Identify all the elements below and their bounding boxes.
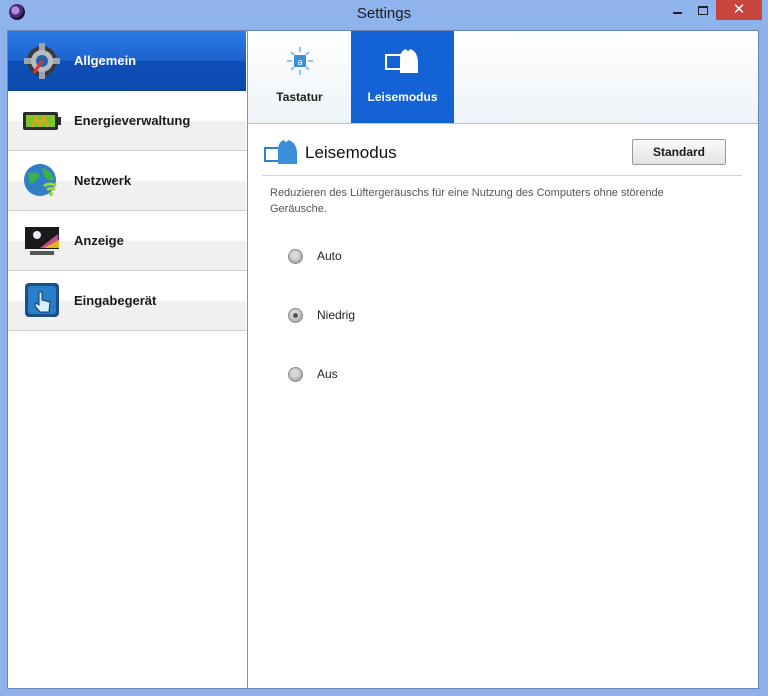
svg-text:a: a (297, 58, 303, 68)
silent-mode-icon (264, 140, 297, 164)
tab-tastatur[interactable]: a Tastatur (248, 31, 351, 123)
minimize-icon (672, 11, 682, 14)
keyboard-backlight-icon: a (287, 47, 313, 75)
gear-icon (24, 43, 60, 79)
standard-button[interactable]: Standard (632, 139, 726, 165)
radio-label: Auto (317, 249, 342, 263)
title-bar[interactable]: Settings ✕ (0, 0, 768, 27)
maximize-button[interactable] (690, 0, 716, 20)
radio-button[interactable] (288, 249, 303, 264)
sidebar-item-energieverwaltung[interactable]: Energieverwaltung (8, 91, 246, 151)
radio-button[interactable] (288, 308, 303, 323)
sidebar-item-label: Anzeige (74, 233, 124, 248)
sidebar-item-anzeige[interactable]: Anzeige (8, 211, 246, 271)
sidebar-item-label: Energieverwaltung (74, 113, 191, 128)
section-description: Reduzieren des Lüftergeräuschs für eine … (270, 187, 664, 215)
main-panel: a Tastatur Leisemodus Leisemodus Standar… (248, 31, 758, 688)
tab-leisemodus[interactable]: Leisemodus (351, 31, 454, 123)
sidebar-item-label: Allgemein (74, 53, 137, 68)
minimize-button[interactable] (664, 0, 690, 20)
settings-window: Settings ✕ Allgemein Energieverwaltung N… (0, 0, 768, 696)
tab-bar: a Tastatur Leisemodus (248, 31, 758, 124)
radio-button[interactable] (288, 367, 303, 382)
tab-label: Tastatur (276, 90, 323, 104)
section-header: Leisemodus Standard (262, 135, 742, 176)
touch-icon (25, 283, 59, 317)
sidebar-item-allgemein[interactable]: Allgemein (8, 31, 246, 91)
sidebar-item-netzwerk[interactable]: Netzwerk (8, 151, 246, 211)
sidebar: Allgemein Energieverwaltung Netzwerk Anz… (8, 31, 248, 688)
sidebar-item-eingabegeraet[interactable]: Eingabegerät (8, 271, 246, 331)
sidebar-item-label: Netzwerk (74, 173, 132, 188)
globe-wifi-icon (24, 164, 57, 196)
radio-label: Niedrig (317, 308, 356, 322)
tab-label: Leisemodus (367, 90, 438, 104)
display-icon (25, 227, 59, 255)
section-title: Leisemodus (305, 143, 397, 162)
maximize-icon (698, 6, 708, 16)
window-title: Settings (356, 5, 412, 22)
silent-mode-icon (385, 49, 418, 73)
battery-icon (23, 112, 61, 130)
close-button[interactable]: ✕ (716, 0, 762, 20)
client-area: Allgemein Energieverwaltung Netzwerk Anz… (7, 30, 759, 689)
sidebar-item-label: Eingabegerät (74, 293, 157, 308)
radio-label: Aus (317, 367, 338, 381)
close-icon: ✕ (732, 1, 746, 18)
